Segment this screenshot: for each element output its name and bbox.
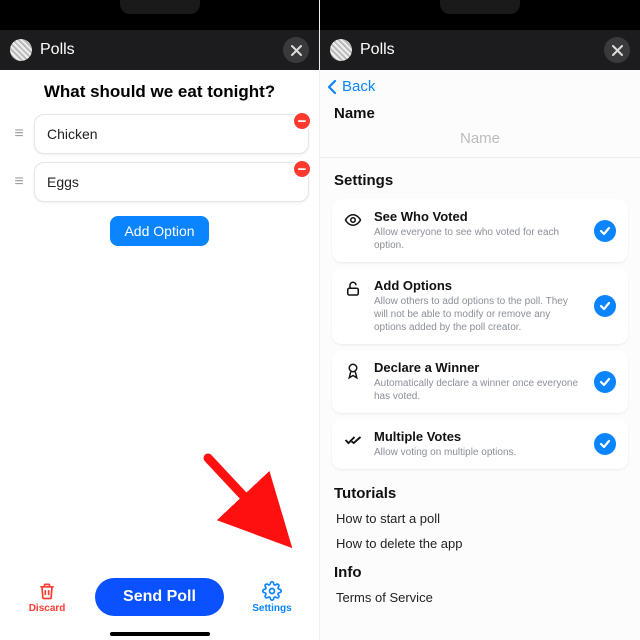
bottom-toolbar: Discard Send Poll Settings: [0, 568, 319, 640]
back-label: Back: [342, 78, 375, 95]
poll-question: What should we eat tonight?: [0, 70, 319, 110]
tutorial-item[interactable]: How to delete the app: [320, 531, 640, 556]
option-input[interactable]: Eggs −: [34, 162, 309, 202]
send-poll-button[interactable]: Send Poll: [95, 578, 224, 616]
setting-desc: Allow others to add options to the poll.…: [374, 295, 584, 334]
settings-header: Settings: [320, 166, 640, 193]
setting-desc: Allow everyone to see who voted for each…: [374, 226, 584, 252]
setting-desc: Automatically declare a winner once ever…: [374, 377, 584, 403]
app-badge-icon: [330, 39, 352, 61]
setting-title: Multiple Votes: [374, 429, 584, 444]
close-button[interactable]: [604, 37, 630, 63]
chevron-left-icon: [326, 79, 338, 95]
discard-label: Discard: [29, 603, 66, 614]
poll-settings-screen: Polls Back Name Name Settings See Who Vo…: [320, 0, 640, 640]
setting-multiple-votes[interactable]: Multiple Votes Allow voting on multiple o…: [332, 419, 628, 469]
setting-title: See Who Voted: [374, 209, 584, 224]
close-button[interactable]: [283, 37, 309, 63]
minus-icon: −: [298, 162, 307, 177]
setting-desc: Allow voting on multiple options.: [374, 446, 584, 459]
drag-handle-icon[interactable]: ≡: [10, 126, 28, 142]
setting-see-who-voted[interactable]: See Who Voted Allow everyone to see who v…: [332, 199, 628, 262]
gear-icon: [262, 581, 282, 601]
setting-declare-winner[interactable]: Declare a Winner Automatically declare a …: [332, 350, 628, 413]
remove-option-button[interactable]: −: [292, 159, 312, 179]
home-indicator: [110, 632, 210, 636]
double-check-icon: [344, 431, 362, 449]
close-icon: [291, 45, 302, 56]
option-text: Chicken: [47, 126, 98, 142]
name-header: Name: [320, 99, 640, 126]
option-text: Eggs: [47, 174, 79, 190]
setting-title: Declare a Winner: [374, 360, 584, 375]
setting-title: Add Options: [374, 278, 584, 293]
discard-button[interactable]: Discard: [17, 581, 77, 614]
remove-option-button[interactable]: −: [292, 111, 312, 131]
settings-button[interactable]: Settings: [242, 581, 302, 614]
settings-label: Settings: [252, 603, 291, 614]
option-row: ≡ Chicken −: [0, 110, 319, 158]
option-input[interactable]: Chicken −: [34, 114, 309, 154]
option-row: ≡ Eggs −: [0, 158, 319, 206]
toggle-check[interactable]: [594, 295, 616, 317]
title-bar: Polls: [0, 30, 319, 70]
toggle-check[interactable]: [594, 220, 616, 242]
close-icon: [612, 45, 623, 56]
poll-compose-screen: Polls What should we eat tonight? ≡ Chic…: [0, 0, 320, 640]
ribbon-icon: [344, 362, 362, 380]
name-input[interactable]: Name: [320, 126, 640, 158]
unlock-icon: [344, 280, 362, 298]
eye-icon: [344, 211, 362, 229]
check-icon: [599, 438, 611, 450]
drag-handle-icon[interactable]: ≡: [10, 174, 28, 190]
app-title: Polls: [360, 41, 596, 59]
tutorials-header: Tutorials: [320, 475, 640, 506]
info-header: Info: [320, 556, 640, 585]
app-badge-icon: [10, 39, 32, 61]
tutorial-item[interactable]: How to start a poll: [320, 506, 640, 531]
toggle-check[interactable]: [594, 433, 616, 455]
check-icon: [599, 300, 611, 312]
annotation-arrow-icon: [200, 450, 310, 560]
minus-icon: −: [298, 114, 307, 129]
info-item[interactable]: Terms of Service: [320, 585, 640, 610]
check-icon: [599, 225, 611, 237]
back-button[interactable]: Back: [320, 70, 640, 99]
status-bar: [320, 0, 640, 30]
toggle-check[interactable]: [594, 371, 616, 393]
app-title: Polls: [40, 41, 275, 59]
trash-icon: [37, 581, 57, 601]
status-bar: [0, 0, 319, 30]
check-icon: [599, 376, 611, 388]
add-option-button[interactable]: Add Option: [110, 216, 208, 246]
title-bar: Polls: [320, 30, 640, 70]
setting-add-options[interactable]: Add Options Allow others to add options t…: [332, 268, 628, 344]
